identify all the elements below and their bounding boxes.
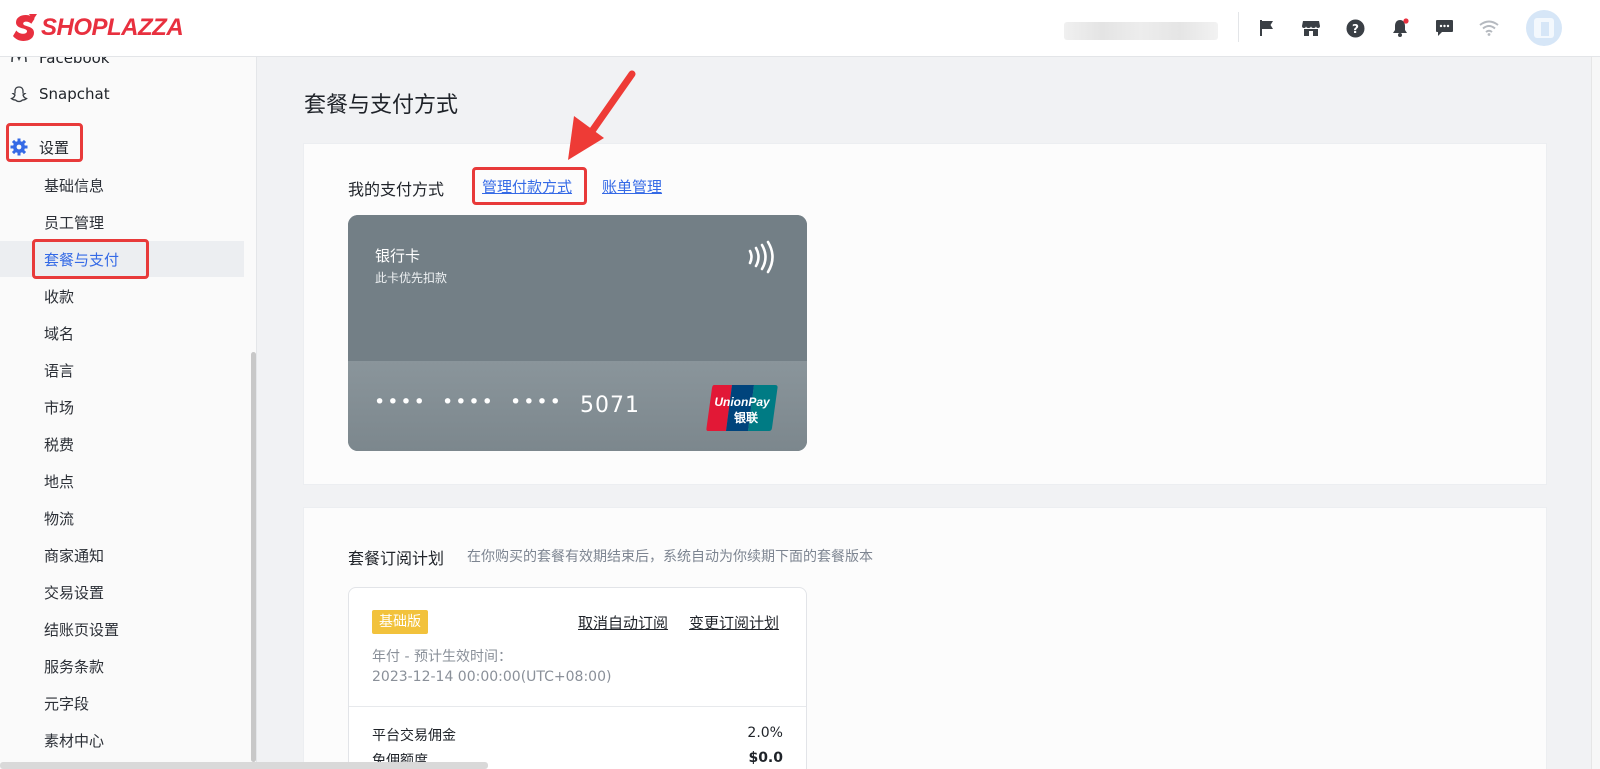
sidebar-subitem-label: 域名 — [44, 325, 75, 343]
unionpay-logo: UnionPay 银联 — [706, 385, 778, 431]
page-scrollbar[interactable] — [1591, 57, 1600, 769]
shoplazza-logo-icon — [13, 14, 37, 41]
plan-section-description: 在你购买的套餐有效期结束后，系统自动为你续期下面的套餐版本 — [467, 549, 873, 565]
change-plan-link[interactable]: 变更订阅计划 — [689, 612, 779, 633]
plan-effective-time: 2023-12-14 00:00:00(UTC+08:00) — [372, 669, 612, 685]
top-divider — [1238, 12, 1239, 42]
sidebar-subitem-label: 结账页设置 — [44, 621, 120, 639]
sidebar-subitem-taxes[interactable]: 税费 — [0, 426, 244, 462]
sidebar-subitem-assets[interactable]: 素材中心 — [0, 722, 244, 758]
top-bar: SHOPLAZZA ? — [0, 0, 1600, 57]
sidebar-subitem-label: 语言 — [44, 362, 75, 380]
sidebar-subitem-label: 收款 — [44, 288, 75, 306]
sidebar-subitem-payments[interactable]: 收款 — [0, 278, 244, 314]
store-name-blurred[interactable] — [1064, 22, 1218, 40]
sidebar-subitem-shipping[interactable]: 物流 — [0, 500, 244, 536]
sidebar-item-snapchat[interactable]: Snapchat — [0, 76, 244, 112]
page-title: 套餐与支付方式 — [304, 93, 459, 118]
sidebar-subitem-domains[interactable]: 域名 — [0, 315, 244, 351]
contactless-icon — [748, 240, 774, 274]
sidebar-subitem-label: 税费 — [44, 436, 75, 454]
annotation-arrow — [568, 70, 636, 160]
payment-section-title: 我的支付方式 — [348, 180, 445, 199]
sidebar-subitem-languages[interactable]: 语言 — [0, 352, 244, 388]
card-masked-group-3: •••• — [510, 391, 563, 413]
sidebar-subitem-basic-info[interactable]: 基础信息 — [0, 167, 244, 203]
commission-label: 平台交易佣金 — [372, 728, 456, 744]
sidebar-subitem-metafields[interactable]: 元字段 — [0, 685, 244, 721]
sidebar-subitem-label: 物流 — [44, 510, 75, 528]
sidebar-subitem-locations[interactable]: 地点 — [0, 463, 244, 499]
sidebar-subitem-checkout-settings[interactable]: 交易设置 — [0, 574, 244, 610]
sidebar-item-facebook[interactable]: Facebook — [0, 57, 244, 76]
plan-billing-line: 年付 - 预计生效时间： — [372, 649, 512, 665]
shoplazza-logo[interactable]: SHOPLAZZA — [12, 12, 184, 44]
sidebar-subitem-label: 基础信息 — [44, 177, 105, 195]
card-priority-note: 此卡优先扣款 — [375, 271, 448, 285]
sidebar-subitem-label: 素材中心 — [44, 732, 105, 750]
facebook-icon — [11, 57, 27, 63]
unionpay-text: UnionPay — [714, 395, 771, 409]
plan-badge: 基础版 — [372, 610, 428, 634]
wifi-icon[interactable] — [1476, 15, 1502, 41]
horizontal-scrollbar[interactable] — [0, 762, 488, 769]
sidebar-subitem-checkout-page[interactable]: 结账页设置 — [0, 611, 244, 647]
sidebar-subitem-markets[interactable]: 市场 — [0, 389, 244, 425]
manage-payment-highlight-box — [472, 167, 587, 205]
free-quota-value: $0.0 — [748, 750, 783, 766]
snapchat-icon — [10, 86, 28, 103]
sidebar: Facebook Snapchat 设置 基础信息 员工管理 套餐与支付 收款 … — [0, 57, 257, 769]
commission-value: 2.0% — [747, 725, 783, 741]
flag-icon[interactable] — [1254, 15, 1280, 41]
plan-payment-highlight-box — [32, 239, 149, 279]
card-masked-group-2: •••• — [442, 391, 495, 413]
sidebar-subitem-label: 地点 — [44, 473, 75, 491]
sidebar-subitem-terms[interactable]: 服务条款 — [0, 648, 244, 684]
card-last4: 5071 — [580, 393, 640, 418]
plan-section-title: 套餐订阅计划 — [348, 549, 445, 568]
billing-management-link[interactable]: 账单管理 — [602, 176, 662, 197]
sidebar-subitem-label: 服务条款 — [44, 658, 105, 676]
plan-divider — [349, 706, 806, 707]
store-icon[interactable] — [1298, 15, 1324, 41]
sidebar-scrollbar[interactable] — [251, 352, 256, 762]
settings-highlight-box — [6, 123, 83, 162]
sidebar-subitem-label: 商家通知 — [44, 547, 105, 565]
sidebar-subitem-notifications[interactable]: 商家通知 — [0, 537, 244, 573]
sidebar-subitem-label: 员工管理 — [44, 214, 105, 232]
card-type-label: 银行卡 — [375, 247, 421, 265]
help-icon[interactable]: ? — [1342, 15, 1368, 41]
bank-card[interactable]: 银行卡 此卡优先扣款 •••• •••• •••• 5071 UnionPay … — [348, 215, 807, 451]
sidebar-subitem-label: 市场 — [44, 399, 75, 417]
cancel-auto-renew-link[interactable]: 取消自动订阅 — [578, 612, 668, 633]
sidebar-item-label: Facebook — [39, 57, 110, 67]
sidebar-subitem-label: 交易设置 — [44, 584, 105, 602]
sidebar-subitem-label: 元字段 — [44, 695, 90, 713]
message-icon[interactable] — [1431, 15, 1457, 41]
avatar[interactable] — [1526, 10, 1562, 46]
bell-icon[interactable] — [1387, 15, 1413, 41]
brand-name: SHOPLAZZA — [41, 14, 184, 41]
svg-text:?: ? — [1352, 22, 1359, 36]
sidebar-subitem-staff[interactable]: 员工管理 — [0, 204, 244, 240]
card-masked-group-1: •••• — [374, 391, 427, 413]
notification-dot — [1403, 18, 1409, 24]
unionpay-cn-text: 银联 — [734, 410, 758, 425]
sidebar-item-label: Snapchat — [39, 85, 110, 103]
